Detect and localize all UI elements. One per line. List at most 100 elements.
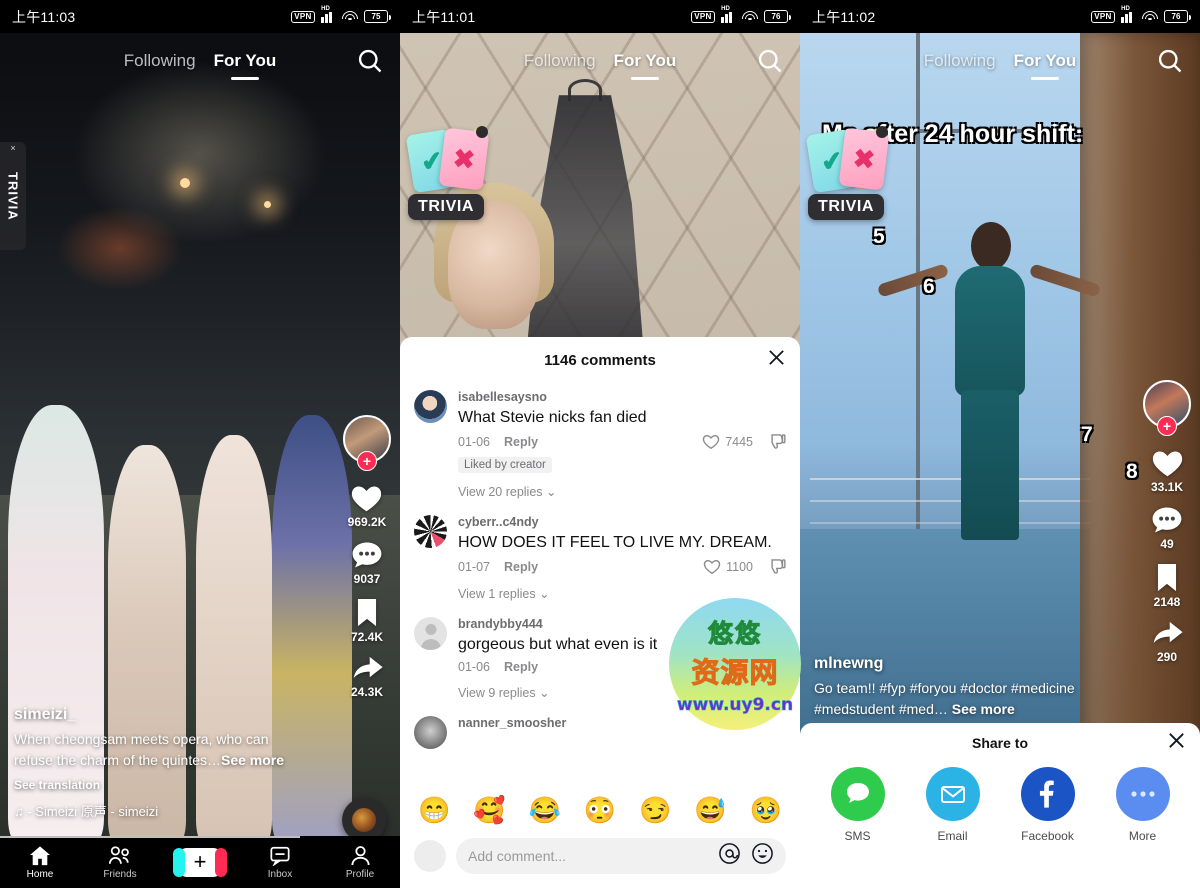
action-rail-1: + 969.2K 9037 72.4K 24.3K <box>343 415 391 699</box>
close-icon[interactable] <box>1167 731 1186 755</box>
at-icon[interactable] <box>718 842 741 870</box>
music-label[interactable]: ♫ - Simeizi 原声 - simeizi <box>14 801 304 820</box>
action-rail-3: + 33.1K 49 2148 290 <box>1143 380 1191 664</box>
comment-username[interactable]: cyberr..c4ndy <box>458 515 786 529</box>
trivia-close-icon[interactable]: × <box>10 144 15 153</box>
tab-create[interactable]: + <box>168 847 232 877</box>
battery-icon: 76 <box>764 10 791 23</box>
comment-button[interactable]: 49 <box>1151 505 1183 551</box>
avatar[interactable]: + <box>1143 380 1191 436</box>
tab-for-you[interactable]: For You <box>1014 51 1077 71</box>
share-button[interactable]: 290 <box>1151 620 1184 664</box>
reply-button[interactable]: Reply <box>504 560 538 574</box>
comment-input[interactable]: Add comment... <box>456 838 786 874</box>
tab-for-you[interactable]: For You <box>614 51 677 71</box>
tab-inbox[interactable]: Inbox <box>248 845 312 880</box>
signal-icon: HD <box>1121 6 1136 23</box>
share-target-more[interactable]: More <box>1107 767 1179 843</box>
bookmark-button[interactable]: 2148 <box>1153 562 1181 609</box>
search-icon[interactable] <box>756 47 784 75</box>
avatar[interactable] <box>414 716 447 749</box>
phone-panel-1: 上午11:03 VPN HD 75 Following For You × TR… <box>0 0 400 888</box>
bottom-tab-bar: Home Friends + Inbox Profile <box>0 836 400 888</box>
share-target-label: Facebook <box>1021 829 1074 843</box>
search-icon[interactable] <box>1156 47 1184 75</box>
comment-item[interactable]: cyberr..c4ndy HOW DOES IT FEEL TO LIVE M… <box>414 508 786 610</box>
tab-home-label: Home <box>26 868 54 880</box>
see-more-link[interactable]: See more <box>952 701 1015 717</box>
create-button[interactable]: + <box>173 847 227 877</box>
comment-like-count: 7445 <box>725 434 753 449</box>
trivia-side-tab[interactable]: × TRIVIA <box>0 142 26 250</box>
number-tag-8: 8 <box>1126 460 1138 483</box>
see-translation-link[interactable]: See translation <box>14 778 304 792</box>
username[interactable]: simeizi_ <box>14 706 304 724</box>
share-target-sms[interactable]: SMS <box>822 767 894 843</box>
liked-by-creator-badge: Liked by creator <box>458 457 552 473</box>
close-icon[interactable] <box>767 348 786 372</box>
trivia-badge-dot <box>876 126 888 138</box>
comment-count: 9037 <box>353 572 381 586</box>
avatar[interactable] <box>414 617 447 650</box>
tab-inbox-label: Inbox <box>267 868 293 880</box>
progress-bar[interactable] <box>0 836 300 838</box>
create-plus-icon: + <box>193 849 207 874</box>
number-tag-7: 7 <box>1081 423 1093 446</box>
vpn-icon: VPN <box>1090 10 1116 23</box>
my-avatar[interactable] <box>414 840 446 872</box>
bookmark-button[interactable]: 72.4K <box>351 597 383 644</box>
username[interactable]: mlnewng <box>814 655 1082 673</box>
share-button[interactable]: 24.3K <box>351 655 384 699</box>
search-icon[interactable] <box>356 47 384 75</box>
view-replies-link[interactable]: View 20 replies ⌄ <box>458 484 786 499</box>
see-more-link[interactable]: See more <box>221 752 284 768</box>
vpn-icon: VPN <box>290 10 316 23</box>
like-button[interactable]: 33.1K <box>1151 447 1184 494</box>
emoji-icon[interactable] <box>751 842 774 870</box>
status-bar-2: 上午11:01 VPN HD 76 <box>400 0 800 33</box>
trivia-widget[interactable]: ✔ ✖ TRIVIA <box>405 126 500 220</box>
comment-button[interactable]: 9037 <box>351 540 383 586</box>
share-target-facebook[interactable]: Facebook <box>1012 767 1084 843</box>
reply-button[interactable]: Reply <box>504 435 538 449</box>
share-header: Share to <box>800 723 1200 763</box>
comment-date: 01-07 <box>458 559 490 574</box>
emoji-sweat-smile[interactable]: 😅 <box>694 795 726 825</box>
avatar[interactable]: + <box>343 415 391 471</box>
comment-dislike-button[interactable] <box>769 558 786 575</box>
emoji-hearts[interactable]: 🥰 <box>473 795 505 825</box>
comment-username[interactable]: isabellesaysno <box>458 390 786 404</box>
tab-following[interactable]: Following <box>524 51 596 71</box>
vpn-icon: VPN <box>690 10 716 23</box>
comment-input-row: Add comment... <box>400 831 800 888</box>
emoji-pleading[interactable]: 🥹 <box>750 795 782 825</box>
reply-button[interactable]: Reply <box>504 660 538 674</box>
tab-profile[interactable]: Profile <box>328 845 392 880</box>
comment-text: HOW DOES IT FEEL TO LIVE MY. DREAM. <box>458 534 772 551</box>
status-icons: VPN HD 76 <box>1090 6 1191 23</box>
emoji-joy[interactable]: 😂 <box>529 795 561 825</box>
tab-following[interactable]: Following <box>924 51 996 71</box>
tab-friends[interactable]: Friends <box>88 845 152 880</box>
like-button[interactable]: 969.2K <box>348 482 386 529</box>
comment-like-button[interactable]: 7445 <box>702 433 753 450</box>
tab-for-you[interactable]: For You <box>214 51 277 71</box>
status-time: 上午11:02 <box>812 8 876 25</box>
tab-home[interactable]: Home <box>8 845 72 880</box>
comment-item[interactable]: isabellesaysno What Stevie nicks fan die… <box>414 383 786 508</box>
avatar[interactable] <box>414 390 447 423</box>
trivia-widget[interactable]: ✔ ✖ TRIVIA <box>805 126 900 220</box>
emoji-smirk[interactable]: 😏 <box>639 795 671 825</box>
share-target-label: More <box>1128 829 1157 843</box>
comment-like-button[interactable]: 1100 <box>703 558 753 575</box>
emoji-grin[interactable]: 😁 <box>418 795 450 825</box>
tab-following[interactable]: Following <box>124 51 196 71</box>
comment-dislike-button[interactable] <box>769 433 786 450</box>
emoji-flushed[interactable]: 😳 <box>584 795 616 825</box>
top-nav-2: Following For You <box>400 33 800 89</box>
top-nav-3: Following For You <box>800 33 1200 89</box>
share-target-email[interactable]: Email <box>917 767 989 843</box>
avatar[interactable] <box>414 515 447 548</box>
follow-button[interactable]: + <box>357 451 377 471</box>
follow-button[interactable]: + <box>1157 416 1177 436</box>
